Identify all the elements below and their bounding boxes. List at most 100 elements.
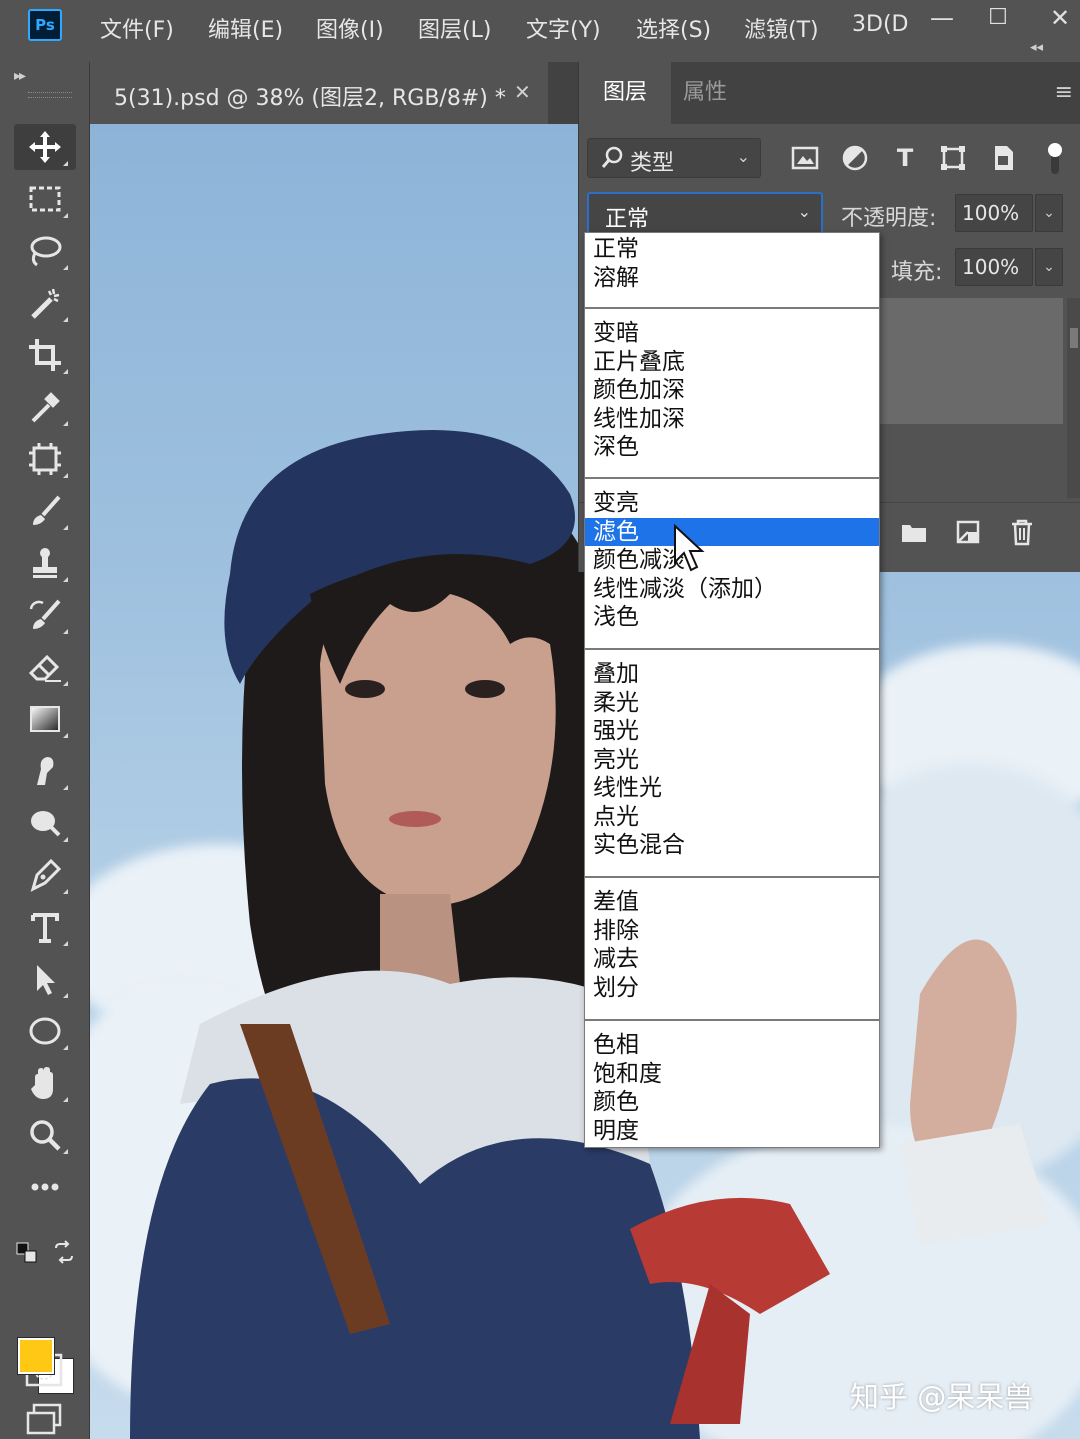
path-select-tool[interactable] [14,956,76,1002]
blend-mode-option[interactable]: 实色混合 [585,831,879,859]
menu-filter[interactable]: 滤镜(T) [744,12,819,44]
opacity-chevron-icon[interactable]: ⌄ [1035,194,1063,232]
maximize-button[interactable]: ☐ [976,0,1020,40]
blend-mode-option[interactable]: 亮光 [585,746,879,774]
blend-mode-option[interactable]: 点光 [585,803,879,831]
blend-mode-option[interactable]: 正常 [585,235,879,263]
eraser-tool[interactable] [14,644,76,690]
hand-tool[interactable] [14,1060,76,1106]
blend-mode-option[interactable]: 强光 [585,717,879,745]
layer-list-scrollbar[interactable] [1067,298,1080,498]
smart-object-filter-icon[interactable] [987,142,1019,174]
blend-mode-option[interactable]: 差值 [585,888,879,916]
tab-layers[interactable]: 图层 [579,62,671,124]
crop-tool[interactable] [14,332,76,378]
blend-mode-option[interactable]: 线性光 [585,774,879,802]
layer-list[interactable] [879,298,1063,424]
move-icon [29,131,61,163]
pen-tool[interactable] [14,852,76,898]
blend-mode-option[interactable]: 色相 [585,1031,879,1059]
blend-mode-option[interactable]: 颜色加深 [585,376,879,404]
smudge-icon [37,757,54,785]
menu-select[interactable]: 选择(S) [636,12,711,44]
clone-stamp-tool[interactable] [14,540,76,586]
blend-mode-option[interactable]: 饱和度 [585,1060,879,1088]
default-colors-icon[interactable] [16,1242,38,1264]
smudge-tool[interactable] [14,748,76,794]
blend-mode-option[interactable]: 排除 [585,917,879,945]
expand-toolbar-icon[interactable]: ▸▸ [14,68,26,84]
blend-mode-option[interactable]: 深色 [585,433,879,461]
blend-mode-option[interactable]: 滤色 [585,517,879,546]
menu-file[interactable]: 文件(F) [100,12,174,44]
blend-mode-option[interactable]: 变亮 [585,489,879,517]
shape-filter-icon[interactable] [937,142,969,174]
blend-mode-menu: 正常 溶解变暗 正片叠底 颜色加深 线性加深 深色变亮 滤色 颜色减淡 线性减淡（添加） 浅色叠加… [584,232,880,1148]
adjustment-filter-icon[interactable] [839,142,871,174]
document-tab[interactable]: 5(31).psd @ 38% (图层2, RGB/8#) * ✕ [90,62,548,124]
menu-edit[interactable]: 编辑(E) [208,12,283,44]
blend-mode-option[interactable]: 线性加深 [585,405,879,433]
tab-properties[interactable]: 属性 [683,62,727,124]
screen-mode-icon[interactable] [24,1402,64,1436]
gradient-tool[interactable] [14,696,76,742]
pen-icon [30,858,62,892]
new-layer-icon[interactable] [953,517,983,547]
blend-mode-option[interactable]: 溶解 [585,264,879,292]
blend-mode-option[interactable]: 浅色 [585,603,879,631]
fill-chevron-icon[interactable]: ⌄ [1035,248,1063,286]
clone-stamp-icon [33,548,57,578]
menu-type[interactable]: 文字(Y) [526,12,601,44]
dodge-tool[interactable] [14,800,76,846]
blend-mode-option[interactable]: 划分 [585,974,879,1002]
opacity-input[interactable]: 100% [955,194,1033,232]
frame-tool[interactable] [14,436,76,482]
chevron-down-icon: ⌄ [797,202,811,221]
new-group-icon[interactable] [899,517,929,547]
eyedropper-tool[interactable] [14,384,76,430]
panel-menu-icon[interactable]: ≡ [1055,80,1073,105]
close-document-icon[interactable]: ✕ [514,80,531,104]
zoom-tool[interactable] [14,1112,76,1158]
dodge-icon [31,811,61,837]
foreground-color-swatch[interactable] [17,1337,55,1375]
blend-mode-option[interactable]: 明度 [585,1117,879,1145]
magic-wand-tool[interactable] [14,280,76,326]
scrollbar-thumb[interactable] [1070,328,1078,348]
blend-mode-option[interactable]: 柔光 [585,689,879,717]
menu-image[interactable]: 图像(I) [316,12,384,44]
blend-mode-option[interactable]: 减去 [585,945,879,973]
document-tab-label: 5(31).psd @ 38% (图层2, RGB/8#) * [114,86,506,111]
image-filter-icon[interactable] [789,142,821,174]
fill-input[interactable]: 100% [955,248,1033,286]
minimize-button[interactable]: — [920,0,964,40]
close-window-button[interactable]: ✕ [1040,0,1080,40]
toolbar-drag-handle[interactable] [28,92,72,98]
blend-mode-option[interactable]: 正片叠底 [585,348,879,376]
type-tool[interactable] [14,904,76,950]
layer-filter-select[interactable]: 类型 ⌄ [587,138,761,178]
blend-mode-option[interactable]: 叠加 [585,660,879,688]
eyedropper-icon [31,392,60,423]
menu-3d[interactable]: 3D(D [852,12,908,37]
filter-toggle-switch[interactable] [1045,138,1065,178]
type-filter-icon[interactable]: T [889,142,921,174]
move-tool[interactable] [14,124,76,170]
marquee-tool[interactable] [14,176,76,222]
blend-mode-option[interactable]: 颜色 [585,1088,879,1116]
blend-mode-option[interactable]: 颜色减淡 [585,546,879,574]
brush-tool[interactable] [14,488,76,534]
blend-mode-option[interactable]: 变暗 [585,319,879,347]
lasso-tool[interactable] [14,228,76,274]
collapse-panels-icon[interactable]: ◂◂ [1030,40,1054,60]
blend-mode-option[interactable]: 线性减淡（添加） [585,575,879,603]
swap-colors-icon[interactable] [52,1240,76,1264]
more-tools[interactable] [14,1164,76,1210]
history-brush-tool[interactable] [14,592,76,638]
chevron-down-icon: ⌄ [736,147,750,166]
delete-layer-icon[interactable] [1007,517,1037,547]
menu-layer[interactable]: 图层(L) [418,12,491,44]
tools-panel: ▸▸ [0,62,90,1439]
blend-mode-select[interactable]: 正常 ⌄ [587,192,823,234]
ellipse-tool[interactable] [14,1008,76,1054]
